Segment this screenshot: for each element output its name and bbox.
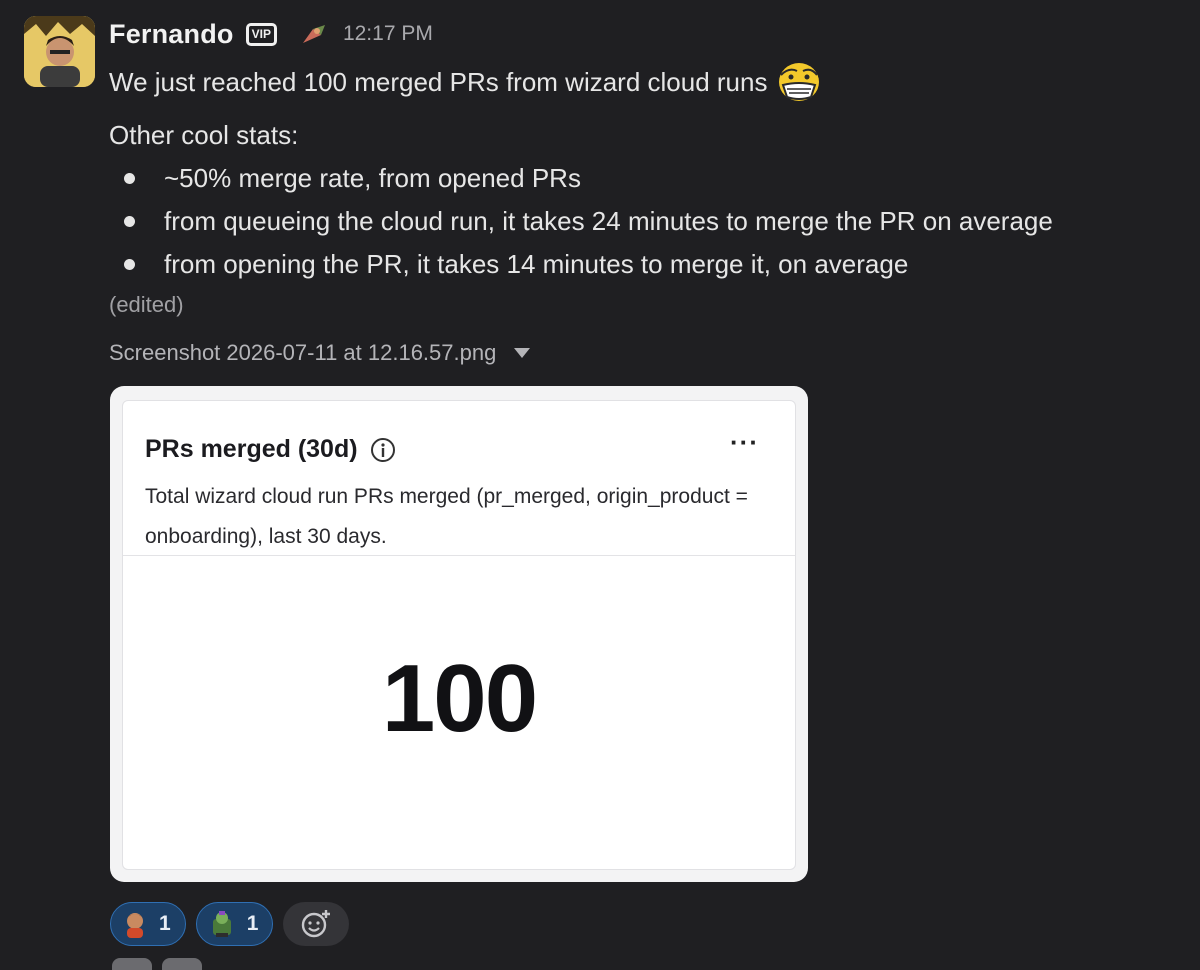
list-item-text: ~50% merge rate, from opened PRs <box>164 163 581 193</box>
card-title: PRs merged (30d) <box>145 435 358 463</box>
reactions-bar: 1 1 <box>110 902 350 946</box>
add-emoji-icon <box>302 910 331 938</box>
next-message-avatars <box>112 958 202 970</box>
attachment-toggle[interactable]: Screenshot 2026-07-11 at 12.16.57.png <box>109 340 531 366</box>
info-icon <box>370 437 395 462</box>
message: Fernando VIP 12:17 PM We just reached 10… <box>0 0 1200 970</box>
vip-badge: VIP <box>245 22 277 46</box>
bullet-dot <box>124 259 135 270</box>
card-title-row: PRs merged (30d) <box>145 435 396 464</box>
avatar <box>112 958 152 970</box>
add-reaction-button[interactable] <box>283 902 350 946</box>
message-text: Other cool stats: <box>109 120 299 150</box>
reaction-count: 1 <box>246 912 259 935</box>
person-emoji-icon <box>127 913 143 938</box>
list-item-text: from opening the PR, it takes 14 minutes… <box>164 249 909 279</box>
avatar[interactable] <box>24 16 95 87</box>
username[interactable]: Fernando <box>109 19 234 50</box>
attachment-name[interactable]: Screenshot 2026-07-11 at 12.16.57.png <box>109 340 496 366</box>
timestamp[interactable]: 12:17 PM <box>343 22 433 46</box>
bullet-list: ~50% merge rate, from opened PRs from qu… <box>109 160 1053 289</box>
reaction-count: 1 <box>159 912 171 935</box>
message-header: Fernando VIP 12:17 PM <box>109 14 433 54</box>
metric-card: PRs merged (30d) ··· Total wizard cloud … <box>122 400 796 870</box>
reaction-pill[interactable]: 1 <box>110 902 186 946</box>
chevron-down-icon[interactable] <box>514 348 531 358</box>
bullet-dot <box>124 173 135 184</box>
bullet-dot <box>124 216 135 227</box>
trophy-emoji-icon <box>212 911 231 937</box>
list-item: from opening the PR, it takes 14 minutes… <box>109 246 1053 289</box>
reaction-pill[interactable]: 1 <box>195 902 274 946</box>
edited-label: (edited) <box>109 292 184 317</box>
metric-value: 100 <box>381 645 538 752</box>
card-description: Total wizard cloud run PRs merged (pr_me… <box>145 485 748 548</box>
status-emoji-icon <box>302 25 325 43</box>
list-item: from queueing the cloud run, it takes 24… <box>109 203 1053 246</box>
message-line: We just reached 100 merged PRs from wiza… <box>109 61 821 103</box>
more-options-button: ··· <box>730 427 759 457</box>
list-item: ~50% merge rate, from opened PRs <box>109 160 1053 203</box>
avatar <box>162 958 202 970</box>
divider <box>123 555 795 556</box>
list-item-text: from queueing the cloud run, it takes 24… <box>164 206 1053 236</box>
screaming-face-emoji-icon <box>779 63 820 101</box>
attachment-image[interactable]: PRs merged (30d) ··· Total wizard cloud … <box>110 386 808 882</box>
message-text: We just reached 100 merged PRs from wiza… <box>109 67 768 97</box>
